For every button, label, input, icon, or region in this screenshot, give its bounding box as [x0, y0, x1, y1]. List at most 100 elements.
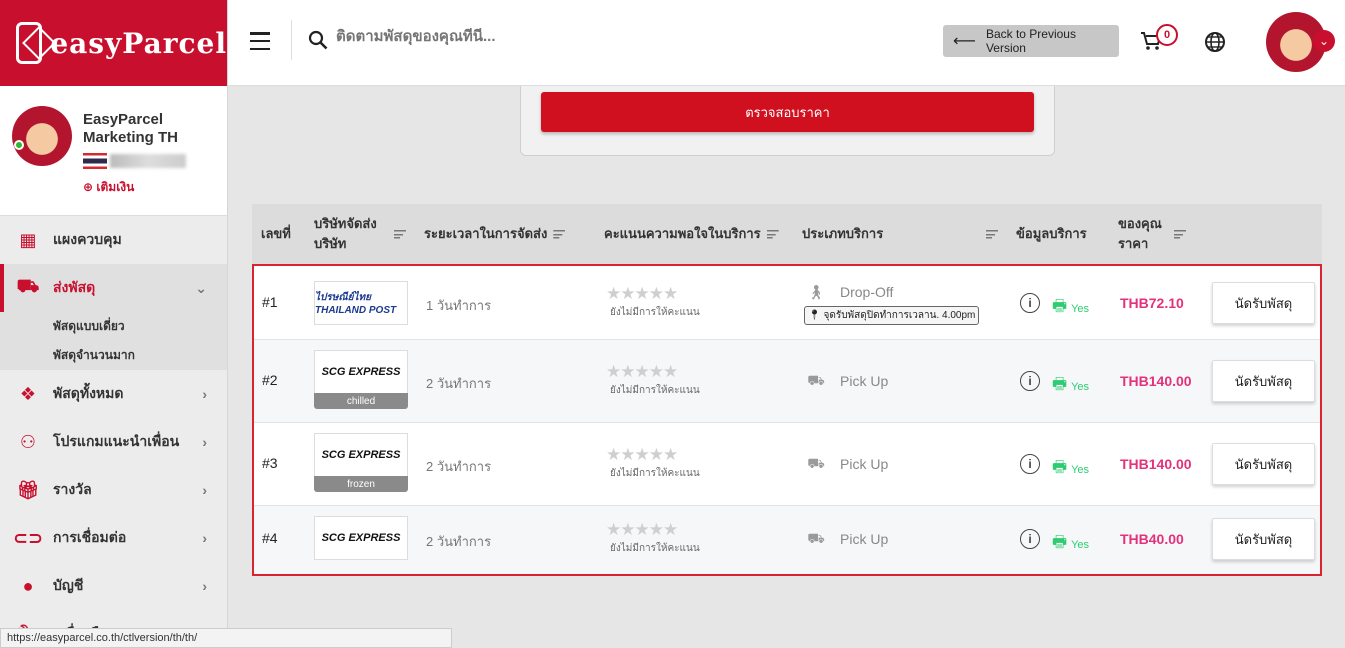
courier-logo: SCG EXPRESS frozen — [314, 433, 408, 492]
profile-panel: EasyParcel Marketing TH ⊕ เติมเงิน — [0, 86, 227, 216]
header-duration[interactable]: ระยะเวลาในการจัดส่ง — [424, 204, 566, 264]
check-price-button[interactable]: ตรวจสอบราคา — [541, 92, 1034, 132]
scg-express-logo: SCG EXPRESS — [314, 516, 408, 560]
link-icon: ⊂⊃ — [12, 527, 44, 548]
truck-icon: ⛟ — [807, 454, 825, 471]
service-type: ⛟ Pick Up — [804, 371, 888, 391]
delivery-duration: 2 วันทำการ — [426, 459, 492, 474]
topup-label: เติมเงิน — [96, 180, 135, 194]
sort-icon — [1174, 229, 1186, 239]
header-label: คะแนนความพอใจในบริการ — [604, 226, 761, 241]
table-row: #2 SCG EXPRESS chilled 2 วันทำการ ★★★★★ … — [254, 340, 1320, 423]
globe-icon[interactable] — [1204, 31, 1226, 53]
sort-icon — [766, 229, 779, 239]
thailand-flag-icon — [83, 153, 107, 169]
header-label: ข้อมูลบริการ — [1016, 226, 1087, 241]
price: THB40.00 — [1120, 531, 1184, 547]
delivery-duration: 2 วันทำการ — [426, 376, 492, 391]
service-type-label: Pick Up — [840, 531, 889, 547]
info-icon[interactable]: i — [1020, 293, 1040, 313]
topup-link[interactable]: ⊕ เติมเงิน — [83, 178, 134, 197]
rating-note: ยังไม่มีการให้คะแนน — [610, 468, 700, 479]
courier-logo: SCG EXPRESS — [314, 516, 408, 560]
chevron-right-icon: › — [202, 578, 207, 594]
print-available: 🖶 Yes — [1052, 531, 1089, 558]
chevron-down-icon[interactable]: ⌄ — [1313, 30, 1335, 52]
price: THB72.10 — [1120, 295, 1184, 311]
price: THB140.00 — [1120, 373, 1192, 389]
header-label: ระยะเวลาในการจัดส่ง — [424, 226, 548, 241]
row-number: #2 — [262, 372, 278, 388]
service-rating: ★★★★★ ยังไม่มีการให้คะแนน — [606, 520, 700, 556]
header-no[interactable]: เลขที่ — [261, 204, 291, 264]
courier-logo: SCG EXPRESS chilled — [314, 350, 408, 409]
hamburger-menu-icon[interactable] — [250, 32, 270, 50]
search-icon[interactable] — [308, 30, 328, 50]
chevron-down-icon: ⌄ — [195, 279, 207, 296]
book-pickup-button[interactable]: นัดรับพัสดุ — [1212, 518, 1315, 560]
header-divider — [291, 20, 292, 60]
printer-icon: 🖶 — [1052, 459, 1068, 476]
table-row: #4 SCG EXPRESS 2 วันทำการ ★★★★★ ยังไม่มี… — [254, 506, 1320, 574]
info-icon[interactable]: i — [1020, 529, 1040, 549]
sidebar-subitem-bulk-parcel[interactable]: พัสดุจำนวนมาก — [0, 341, 227, 370]
rating-stars-icon: ★★★★★ — [606, 445, 678, 464]
rating-note: ยังไม่มีการให้คะแนน — [610, 385, 700, 396]
frozen-tag: frozen — [314, 476, 408, 492]
delivery-duration: 2 วันทำการ — [426, 534, 492, 549]
row-number: #3 — [262, 455, 278, 471]
delivery-duration: 1 วันทำการ — [426, 298, 492, 313]
thailand-post-logo: ไปรษณีย์ไทย THAILAND POST — [314, 281, 408, 325]
avatar[interactable] — [12, 106, 72, 166]
gift-icon: 🎁︎ — [16, 479, 40, 500]
back-to-previous-version-button[interactable]: ⟵ Back to Previous Version — [943, 25, 1119, 57]
printer-icon: 🖶 — [1052, 376, 1068, 393]
service-type-label: Pick Up — [840, 373, 889, 389]
print-label: Yes — [1071, 538, 1090, 551]
closing-time-label: จุดรับพัสดุปิดทำการเวลาน. 4.00pm — [823, 310, 976, 321]
row-number: #1 — [262, 294, 278, 310]
boxes-icon: ❖ — [19, 383, 37, 404]
info-icon[interactable]: i — [1020, 371, 1040, 391]
track-parcel-search-input[interactable] — [336, 28, 636, 45]
sidebar-item-dashboard[interactable]: ▦ แผงควบคุม — [0, 216, 227, 264]
sidebar-item-label: บัญชี — [53, 577, 84, 593]
printer-icon: 🖶 — [1052, 534, 1068, 551]
sidebar-item-referral[interactable]: ⚇ โปรแกมแนะนำเพื่อน › — [0, 418, 227, 466]
sidebar-item-account[interactable]: ● บัญชี › — [0, 562, 227, 610]
rating-stars-icon: ★★★★★ — [606, 520, 678, 539]
sort-icon — [553, 229, 566, 239]
header-label: ประเภทบริการ — [802, 226, 884, 241]
header-rating[interactable]: คะแนนความพอใจในบริการ — [604, 204, 779, 264]
sidebar-item-label: ส่งพัสดุ — [53, 279, 96, 295]
sidebar: easyParcel EasyParcel Marketing TH ⊕ เติ… — [0, 0, 228, 648]
brand-logo: easyParcel — [50, 26, 227, 60]
service-rating: ★★★★★ ยังไม่มีการให้คะแนน — [606, 445, 700, 481]
print-available: 🖶 Yes — [1052, 373, 1089, 400]
chilled-tag: chilled — [314, 393, 408, 409]
sidebar-item-label: โปรแกมแนะนำเพื่อน — [53, 433, 180, 449]
logo-bar[interactable]: easyParcel — [0, 0, 227, 86]
chevron-right-icon: › — [202, 530, 207, 546]
header-courier[interactable]: บริษัทจัดส่ง บริษัท — [314, 204, 414, 264]
book-pickup-button[interactable]: นัดรับพัสดุ — [1212, 282, 1315, 324]
print-available: 🖶 Yes — [1052, 456, 1089, 483]
table-body: #1 ไปรษณีย์ไทย THAILAND POST 1 วันทำการ … — [252, 264, 1322, 576]
book-pickup-button[interactable]: นัดรับพัสดุ — [1212, 360, 1315, 402]
info-icon[interactable]: i — [1020, 454, 1040, 474]
sidebar-item-label: รางวัล — [53, 481, 92, 497]
rating-note: ยังไม่มีการให้คะแนน — [610, 307, 700, 318]
header-service[interactable]: ประเภทบริการ — [802, 204, 998, 264]
print-label: Yes — [1071, 463, 1090, 476]
sidebar-item-send-parcel[interactable]: ⛟ ส่งพัสดุ ⌄ — [0, 264, 227, 312]
sidebar-item-integrations[interactable]: ⊂⊃ การเชื่อมต่อ › — [0, 514, 227, 562]
sidebar-subitem-single-parcel[interactable]: พัสดุแบบเดี่ยว — [0, 312, 227, 341]
header-price[interactable]: ของคุณ ราคา — [1118, 204, 1186, 264]
chevron-right-icon: › — [202, 482, 207, 498]
truck-icon: ⛟ — [16, 276, 40, 296]
sidebar-item-rewards[interactable]: 🎁︎ รางวัล › — [0, 466, 227, 514]
sidebar-item-all-parcels[interactable]: ❖ พัสดุทั้งหมด › — [0, 370, 227, 418]
parcel-logo-icon — [16, 22, 43, 64]
book-pickup-button[interactable]: นัดรับพัสดุ — [1212, 443, 1315, 485]
table-row: #3 SCG EXPRESS frozen 2 วันทำการ ★★★★★ ย… — [254, 423, 1320, 506]
